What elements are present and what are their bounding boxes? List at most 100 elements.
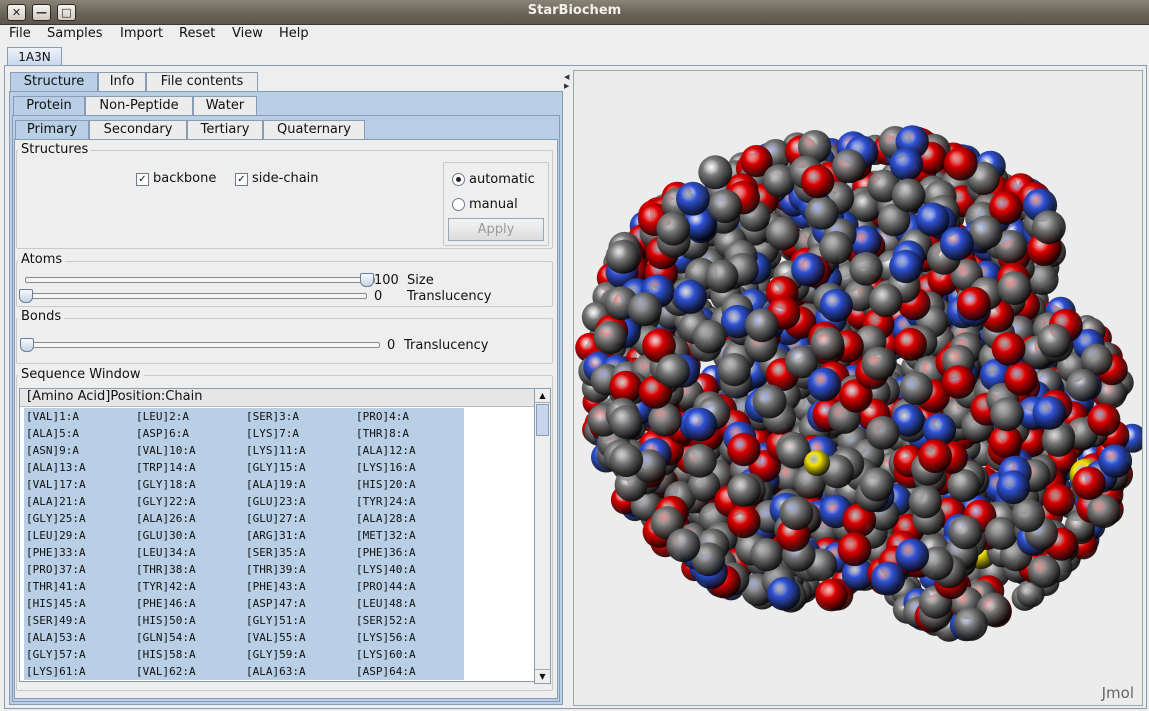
tab-quaternary[interactable]: Quaternary bbox=[263, 120, 365, 139]
residue-cell[interactable]: [TYR]24:A bbox=[356, 495, 416, 508]
residue-cell[interactable]: [HIS]58:A bbox=[136, 648, 196, 661]
scroll-up-icon[interactable]: ▲ bbox=[535, 389, 550, 403]
residue-cell[interactable]: [GLY]59:A bbox=[246, 648, 306, 661]
residue-cell[interactable]: [ALA]53:A bbox=[26, 631, 86, 644]
residue-cell[interactable]: [PHE]46:A bbox=[136, 597, 196, 610]
residue-cell[interactable]: [SER]35:A bbox=[246, 546, 306, 559]
residue-cell[interactable]: [PRO]37:A bbox=[26, 563, 86, 576]
residue-cell[interactable]: [LEU]29:A bbox=[26, 529, 86, 542]
residue-cell[interactable]: [GLY]15:A bbox=[246, 461, 306, 474]
residue-cell[interactable]: [GLY]57:A bbox=[26, 648, 86, 661]
residue-cell[interactable]: [GLY]22:A bbox=[136, 495, 196, 508]
tab-file-contents[interactable]: File contents bbox=[146, 72, 258, 91]
residue-cell[interactable]: [HIS]50:A bbox=[136, 614, 196, 627]
residue-cell[interactable]: [THR]38:A bbox=[136, 563, 196, 576]
residue-cell[interactable]: [TRP]14:A bbox=[136, 461, 196, 474]
residue-cell[interactable]: [VAL]17:A bbox=[26, 478, 86, 491]
side-chain-checkbox[interactable]: ✓ bbox=[235, 173, 248, 186]
residue-cell[interactable]: [ASP]6:A bbox=[136, 427, 189, 440]
bond-translucency-thumb[interactable] bbox=[20, 338, 34, 352]
residue-cell[interactable]: [LYS]16:A bbox=[356, 461, 416, 474]
residue-cell[interactable]: [ARG]31:A bbox=[246, 529, 306, 542]
menu-file[interactable]: File bbox=[9, 26, 31, 41]
collapse-right-icon[interactable]: ▶ bbox=[564, 82, 569, 90]
tab-1a3n[interactable]: 1A3N bbox=[7, 47, 62, 66]
atom-translucency-track[interactable] bbox=[22, 293, 367, 299]
manual-radio[interactable] bbox=[452, 198, 465, 211]
residue-cell[interactable]: [ASP]47:A bbox=[246, 597, 306, 610]
residue-cell[interactable]: [GLY]18:A bbox=[136, 478, 196, 491]
tab-tertiary[interactable]: Tertiary bbox=[187, 120, 263, 139]
menu-reset[interactable]: Reset bbox=[179, 26, 215, 41]
residue-cell[interactable]: [ALA]12:A bbox=[356, 444, 416, 457]
menu-samples[interactable]: Samples bbox=[47, 26, 103, 41]
scroll-thumb[interactable] bbox=[536, 404, 549, 436]
residue-cell[interactable]: [LEU]48:A bbox=[356, 597, 416, 610]
residue-cell[interactable]: [LYS]60:A bbox=[356, 648, 416, 661]
residue-cell[interactable]: [GLU]30:A bbox=[136, 529, 196, 542]
residue-cell[interactable]: [LYS]40:A bbox=[356, 563, 416, 576]
tab-structure[interactable]: Structure bbox=[10, 72, 98, 91]
collapse-left-icon[interactable]: ◀ bbox=[564, 73, 569, 81]
residue-cell[interactable]: [SER]52:A bbox=[356, 614, 416, 627]
residue-cell[interactable]: [LYS]7:A bbox=[246, 427, 299, 440]
menu-view[interactable]: View bbox=[232, 26, 263, 41]
residue-cell[interactable]: [PRO]4:A bbox=[356, 410, 409, 423]
residue-cell[interactable]: [PRO]44:A bbox=[356, 580, 416, 593]
residue-cell[interactable]: [ALA]26:A bbox=[136, 512, 196, 525]
residue-cell[interactable]: [SER]3:A bbox=[246, 410, 299, 423]
residue-cell[interactable]: [LEU]2:A bbox=[136, 410, 189, 423]
residue-cell[interactable]: [ALA]19:A bbox=[246, 478, 306, 491]
sequence-list[interactable]: [Amino Acid]Position:Chain [VAL]1:A [LEU]… bbox=[19, 388, 537, 682]
residue-cell[interactable]: [LYS]11:A bbox=[246, 444, 306, 457]
residue-cell[interactable]: [GLY]25:A bbox=[26, 512, 86, 525]
backbone-checkbox[interactable]: ✓ bbox=[136, 173, 149, 186]
tab-info[interactable]: Info bbox=[98, 72, 146, 91]
residue-cell[interactable]: [PHE]36:A bbox=[356, 546, 416, 559]
tab-water[interactable]: Water bbox=[193, 96, 257, 115]
residue-cell[interactable]: [THR]39:A bbox=[246, 563, 306, 576]
residue-cell[interactable]: [ASP]64:A bbox=[356, 665, 416, 678]
residue-cell[interactable]: [TYR]42:A bbox=[136, 580, 196, 593]
sequence-scrollbar[interactable]: ▲ ▼ bbox=[534, 388, 551, 684]
residue-cell[interactable]: [HIS]20:A bbox=[356, 478, 416, 491]
atom-translucency-thumb[interactable] bbox=[19, 289, 33, 303]
residue-cell[interactable]: [LYS]61:A bbox=[26, 665, 86, 678]
residue-cell[interactable]: [HIS]45:A bbox=[26, 597, 86, 610]
residue-cell[interactable]: [GLY]51:A bbox=[246, 614, 306, 627]
panel-splitter[interactable]: ◀ ▶ bbox=[563, 70, 571, 705]
residue-cell[interactable]: [THR]8:A bbox=[356, 427, 409, 440]
residue-cell[interactable]: [GLU]23:A bbox=[246, 495, 306, 508]
tab-non-peptide[interactable]: Non-Peptide bbox=[85, 96, 193, 115]
residue-cell[interactable]: [ALA]63:A bbox=[246, 665, 306, 678]
residue-cell[interactable]: [SER]49:A bbox=[26, 614, 86, 627]
residue-cell[interactable]: [MET]32:A bbox=[356, 529, 416, 542]
bond-translucency-track[interactable] bbox=[22, 342, 380, 348]
automatic-radio[interactable] bbox=[452, 173, 465, 186]
residue-cell[interactable]: [THR]41:A bbox=[26, 580, 86, 593]
residue-cell[interactable]: [ALA]21:A bbox=[26, 495, 86, 508]
residue-cell[interactable]: [VAL]62:A bbox=[136, 665, 196, 678]
scroll-down-icon[interactable]: ▼ bbox=[535, 669, 550, 683]
residue-cell[interactable]: [LYS]56:A bbox=[356, 631, 416, 644]
size-slider-thumb[interactable] bbox=[360, 273, 374, 287]
tab-protein[interactable]: Protein bbox=[13, 96, 85, 115]
residue-cell[interactable]: [ALA]13:A bbox=[26, 461, 86, 474]
apply-button[interactable]: Apply bbox=[448, 218, 544, 241]
residue-cell[interactable]: [VAL]1:A bbox=[26, 410, 79, 423]
tab-primary[interactable]: Primary bbox=[15, 120, 89, 139]
residue-cell[interactable]: [ALA]5:A bbox=[26, 427, 79, 440]
residue-cell[interactable]: [ALA]28:A bbox=[356, 512, 416, 525]
menu-help[interactable]: Help bbox=[279, 26, 309, 41]
residue-cell[interactable]: [VAL]10:A bbox=[136, 444, 196, 457]
residue-cell[interactable]: [ASN]9:A bbox=[26, 444, 79, 457]
size-slider-track[interactable] bbox=[25, 277, 375, 283]
menu-import[interactable]: Import bbox=[120, 26, 163, 41]
jmol-viewer[interactable]: Jmol bbox=[573, 70, 1143, 706]
residue-cell[interactable]: [GLU]27:A bbox=[246, 512, 306, 525]
tab-secondary[interactable]: Secondary bbox=[89, 120, 187, 139]
residue-cell[interactable]: [PHE]33:A bbox=[26, 546, 86, 559]
residue-cell[interactable]: [LEU]34:A bbox=[136, 546, 196, 559]
residue-cell[interactable]: [PHE]43:A bbox=[246, 580, 306, 593]
residue-cell[interactable]: [GLN]54:A bbox=[136, 631, 196, 644]
